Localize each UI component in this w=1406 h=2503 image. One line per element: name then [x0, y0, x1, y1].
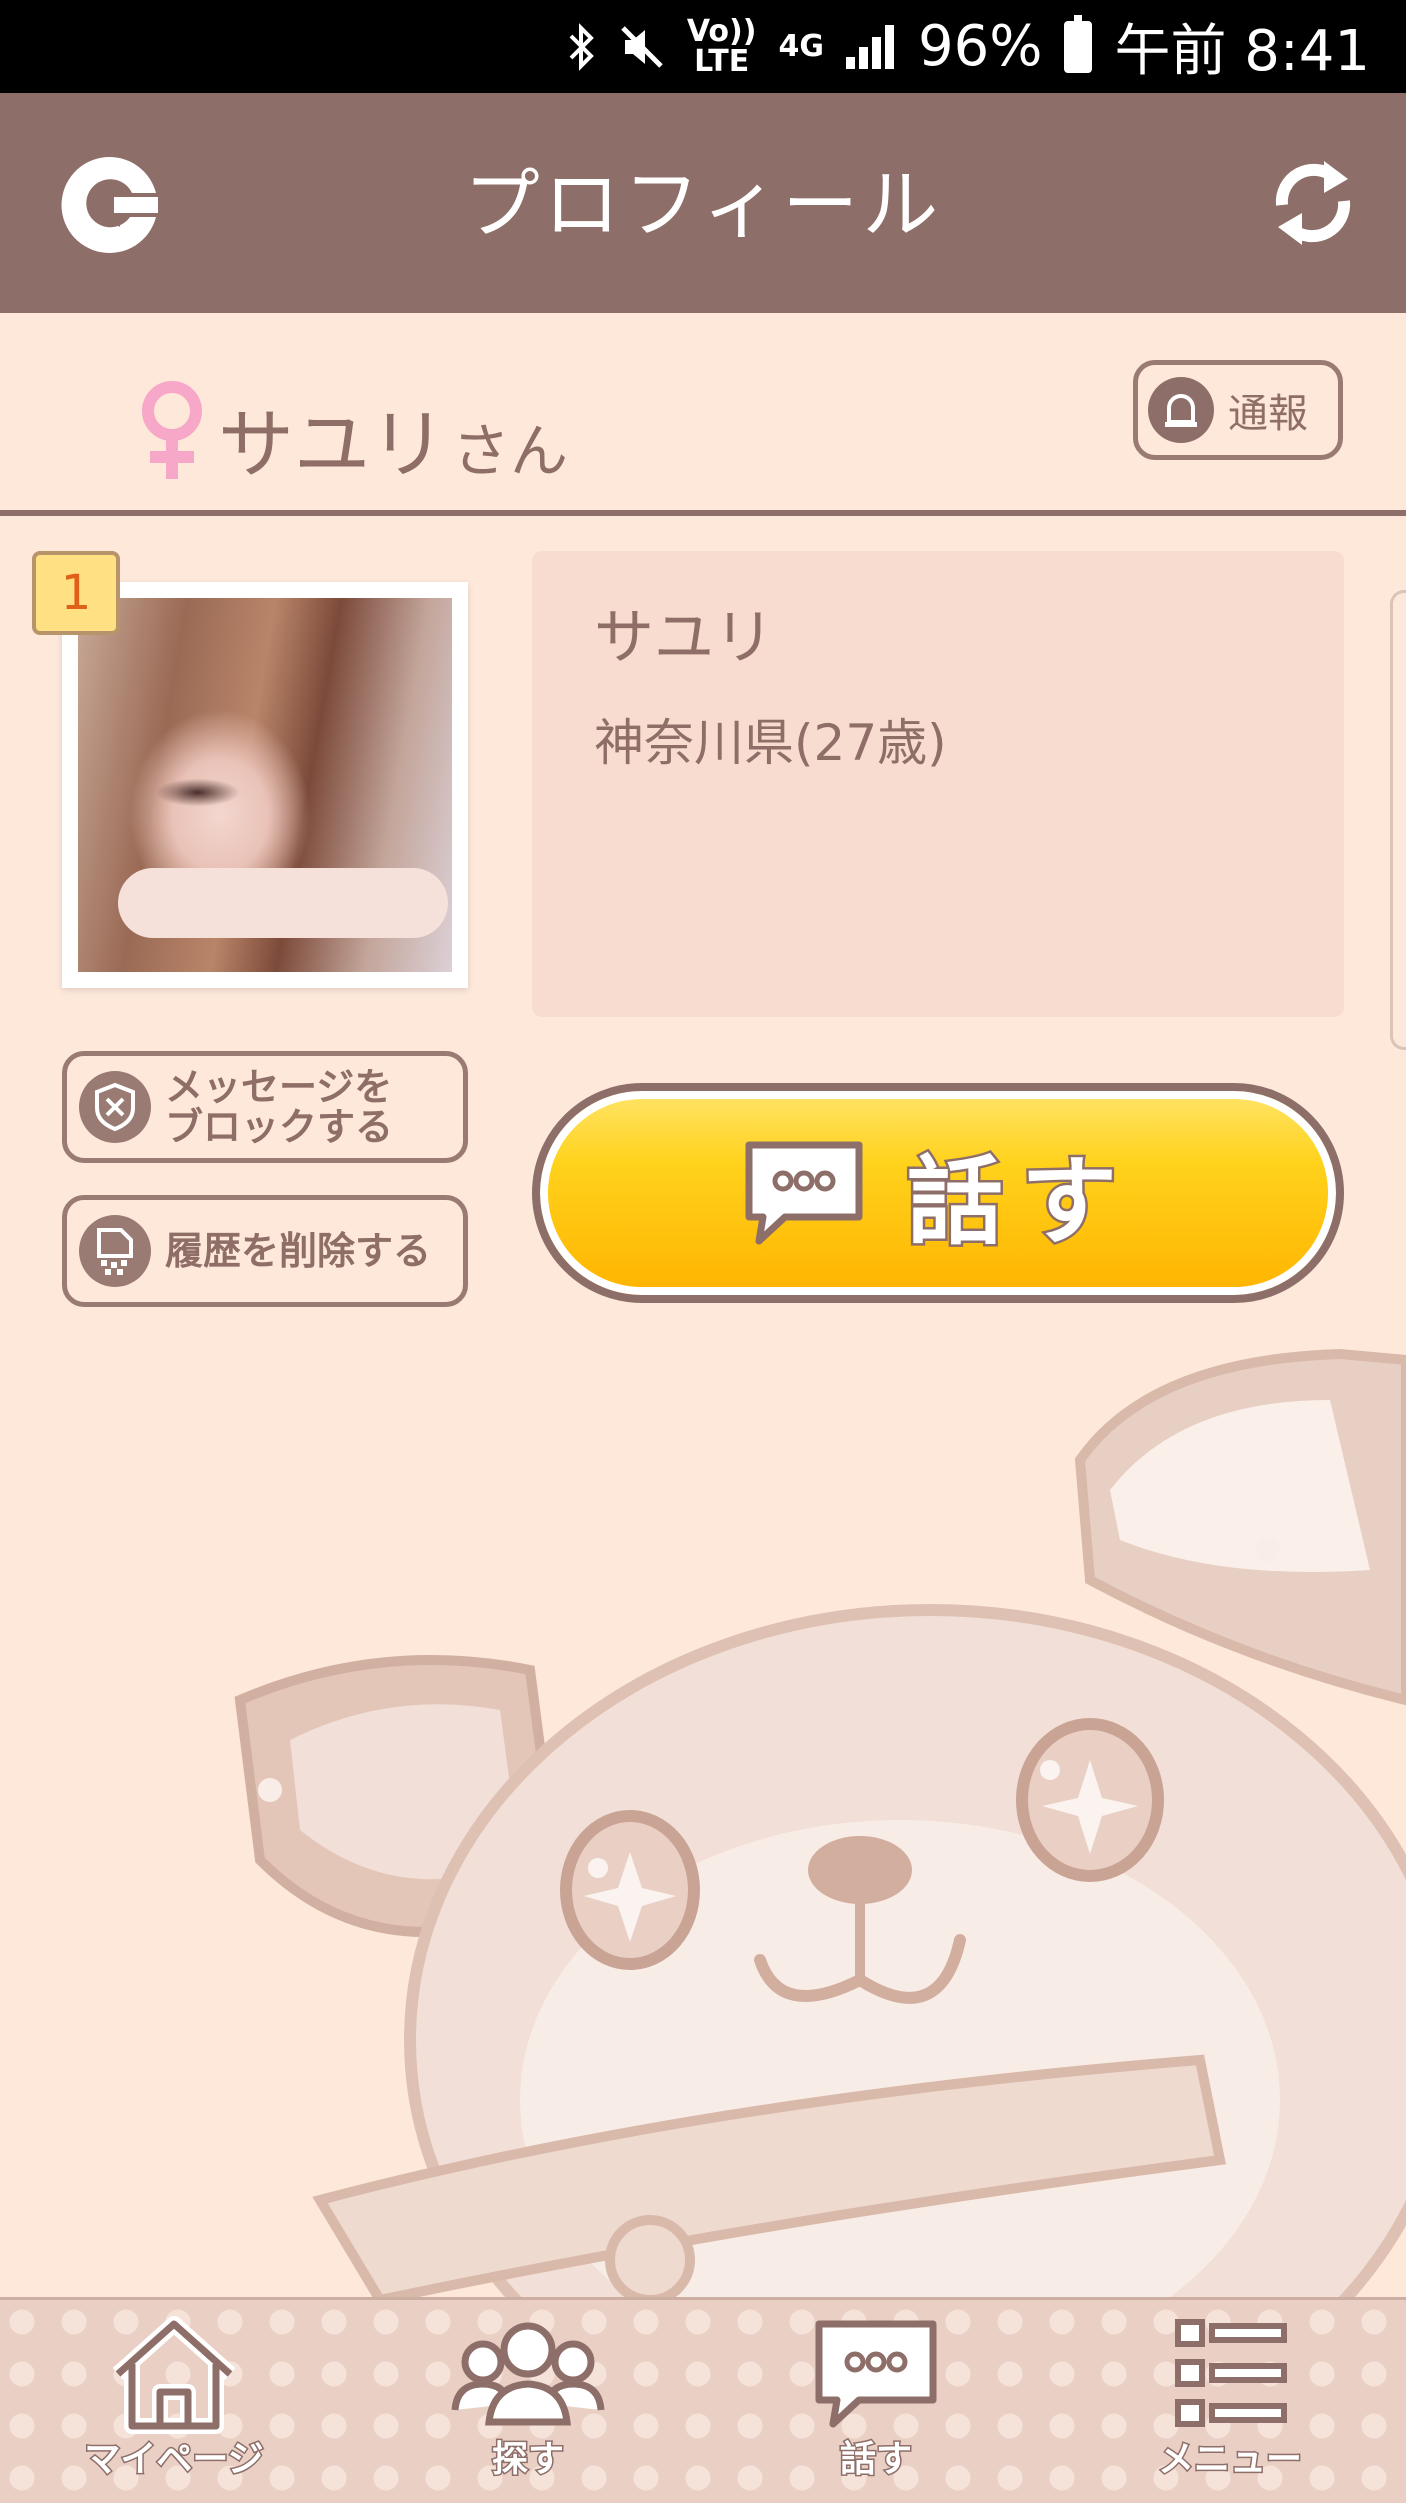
nav-mypage-label: マイページ: [83, 2438, 265, 2482]
clock: 午前 8:41: [1114, 19, 1370, 84]
nav-talk[interactable]: 話す: [766, 2314, 986, 2494]
people-icon: [451, 2322, 605, 2426]
menu-list-icon: [1175, 2319, 1287, 2427]
report-label: 通報: [1228, 391, 1308, 437]
mute-icon: [621, 25, 663, 68]
profile-name: サユリ さん: [218, 383, 568, 493]
info-location-age: 神奈川県(27歳): [594, 714, 947, 772]
bottom-navigation: マイページ 探す 話す メニュー: [0, 2297, 1406, 2503]
photo-count-badge: 1: [32, 551, 120, 635]
profile-name-text: サユリ: [218, 400, 446, 489]
data-type-indicator: 4G: [778, 28, 824, 64]
talk-label: 話す: [905, 1143, 1135, 1260]
nav-mypage[interactable]: マイページ: [64, 2314, 284, 2494]
report-button[interactable]: 通報: [1133, 360, 1343, 460]
female-icon: [142, 381, 202, 479]
chat-bubble-icon: [745, 1141, 863, 1245]
block-message-label: メッセージを ブロックする: [165, 1067, 393, 1147]
profile-photo-image: [78, 598, 452, 972]
delete-document-icon: [79, 1215, 151, 1287]
block-label-line1: メッセージを: [165, 1065, 393, 1109]
profile-name-row: サユリ さん 通報: [0, 313, 1406, 513]
talk-button[interactable]: 話す: [532, 1083, 1344, 1303]
delete-history-label: 履歴を削除する: [165, 1229, 432, 1273]
nav-search[interactable]: 探す: [418, 2314, 638, 2494]
next-panel-edge: [1390, 590, 1406, 1050]
bluetooth-icon: [569, 22, 594, 71]
nav-talk-label: 話す: [838, 2438, 913, 2482]
block-message-button[interactable]: メッセージを ブロックする: [62, 1051, 468, 1163]
nav-menu[interactable]: メニュー: [1120, 2314, 1340, 2494]
info-name: サユリ: [594, 603, 774, 673]
home-icon: [112, 2316, 236, 2434]
divider: [0, 510, 1406, 516]
photo-arm-shape: [118, 868, 448, 938]
profile-info-box: サユリ 神奈川県(27歳): [532, 551, 1344, 1017]
page-title: プロフィール: [463, 160, 943, 249]
reload-icon: [1275, 161, 1351, 245]
app-header: プロフィール: [0, 93, 1406, 313]
status-bar: Vo)) LTE 4G 96% 午前 8:41: [0, 0, 1406, 93]
block-shield-icon: [79, 1071, 151, 1143]
chat-bubble-icon: [815, 2320, 937, 2428]
battery-percent: 96%: [917, 14, 1043, 79]
profile-photo[interactable]: [62, 582, 468, 988]
volte-indicator: Vo)) LTE: [686, 13, 757, 79]
nav-menu-label: メニュー: [1156, 2438, 1303, 2482]
profile-honorific: さん: [452, 417, 569, 485]
alarm-bell-icon: [1148, 377, 1214, 443]
nav-search-label: 探す: [490, 2438, 565, 2482]
reload-button[interactable]: [1268, 153, 1358, 253]
battery-icon: [1064, 14, 1093, 73]
dog-mascot-background: [234, 1348, 1406, 2300]
block-label-line2: ブロックする: [165, 1105, 394, 1149]
signal-icon: [845, 24, 896, 69]
delete-history-button[interactable]: 履歴を削除する: [62, 1195, 468, 1307]
